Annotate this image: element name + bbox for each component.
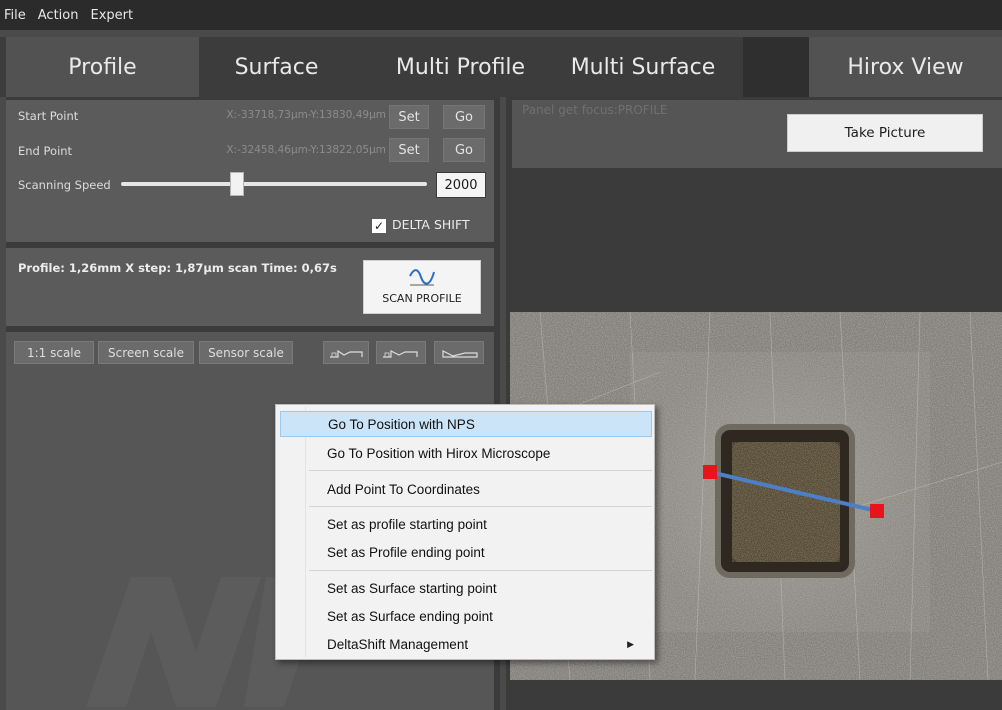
menu-separator — [309, 506, 652, 507]
delta-shift-checkbox[interactable]: ✓ — [372, 219, 386, 233]
scanning-speed-slider-thumb[interactable] — [230, 172, 245, 196]
scanning-speed-slider[interactable] — [121, 182, 427, 186]
start-point-go-button[interactable]: Go — [443, 105, 485, 129]
end-point-set-button[interactable]: Set — [389, 138, 429, 162]
menu-action[interactable]: Action — [38, 8, 79, 23]
tab-bar: Profile Surface Multi Profile Multi Surf… — [0, 37, 1002, 97]
take-picture-button[interactable]: Take Picture — [787, 114, 983, 152]
menu-item-add-point[interactable]: Add Point To Coordinates — [280, 476, 652, 502]
menu-item-set-surface-start[interactable]: Set as Surface starting point — [280, 575, 652, 601]
profile-start-marker[interactable] — [703, 465, 717, 479]
menu-bar: File Action Expert — [0, 0, 1002, 30]
profile-settings-panel: Start Point X:-33718,73µm-Y:13830,49µm S… — [6, 100, 494, 242]
menu-item-deltashift-management[interactable]: DeltaShift Management ▶ — [280, 631, 652, 657]
one-to-one-scale-button[interactable]: 1:1 scale — [14, 341, 94, 364]
submenu-arrow-icon: ▶ — [627, 638, 634, 649]
sensor-scale-button[interactable]: Sensor scale — [199, 341, 293, 364]
scanning-speed-label: Scanning Speed — [18, 178, 111, 192]
profile-end-marker[interactable] — [870, 504, 884, 518]
tab-multi-profile[interactable]: Multi Profile — [378, 37, 543, 97]
screen-scale-button[interactable]: Screen scale — [98, 341, 194, 364]
tab-multi-surface[interactable]: Multi Surface — [553, 37, 733, 97]
menu-file[interactable]: File — [4, 8, 26, 23]
scan-info-text: Profile: 1,26mm X step: 1,87µm scan Time… — [18, 261, 337, 275]
profile-view-1-button[interactable] — [323, 341, 369, 364]
profile-compare-icon — [383, 350, 418, 358]
menu-item-set-profile-start[interactable]: Set as profile starting point — [280, 511, 652, 537]
profile-wave-icon — [409, 269, 435, 286]
tab-spacer — [743, 37, 809, 97]
end-point-label: End Point — [18, 144, 73, 158]
end-point-coords: X:-32458,46µm-Y:13822,05µm — [226, 144, 386, 156]
delta-shift-label: DELTA SHIFT — [392, 217, 470, 232]
tab-profile[interactable]: Profile — [6, 37, 199, 97]
menu-item-go-to-position-nps[interactable]: Go To Position with NPS — [280, 411, 652, 437]
menu-item-set-surface-end[interactable]: Set as Surface ending point — [280, 603, 652, 629]
hirox-controls-panel: Panel get focus:PROFILE Take Picture — [512, 100, 1002, 168]
start-point-coords: X:-33718,73µm-Y:13830,49µm — [226, 109, 386, 121]
profile-view-3-button[interactable] — [434, 341, 484, 364]
end-point-go-button[interactable]: Go — [443, 138, 485, 162]
menu-separator — [309, 570, 652, 571]
menu-separator — [309, 470, 652, 471]
menu-expert[interactable]: Expert — [90, 8, 133, 23]
profile-level-icon — [330, 349, 363, 358]
menu-item-set-profile-end[interactable]: Set as Profile ending point — [280, 539, 652, 565]
menu-item-deltashift-label: DeltaShift Management — [327, 636, 469, 652]
tab-hirox-view[interactable]: Hirox View — [809, 37, 1002, 97]
start-point-set-button[interactable]: Set — [389, 105, 429, 129]
menu-item-go-to-position-hirox[interactable]: Go To Position with Hirox Microscope — [280, 440, 652, 466]
context-menu: Go To Position with NPS Go To Position w… — [275, 404, 655, 660]
panel-focus-status: Panel get focus:PROFILE — [522, 103, 668, 117]
start-point-label: Start Point — [18, 109, 79, 123]
scan-panel: Profile: 1,26mm X step: 1,87µm scan Time… — [6, 248, 494, 326]
profile-curve-icon — [442, 350, 478, 358]
scan-profile-button[interactable]: SCAN PROFILE — [363, 260, 481, 314]
tab-surface[interactable]: Surface — [199, 37, 354, 97]
profile-view-2-button[interactable] — [376, 341, 426, 364]
scanning-speed-input[interactable]: 2000 — [436, 172, 486, 198]
scan-profile-label: SCAN PROFILE — [382, 292, 462, 305]
